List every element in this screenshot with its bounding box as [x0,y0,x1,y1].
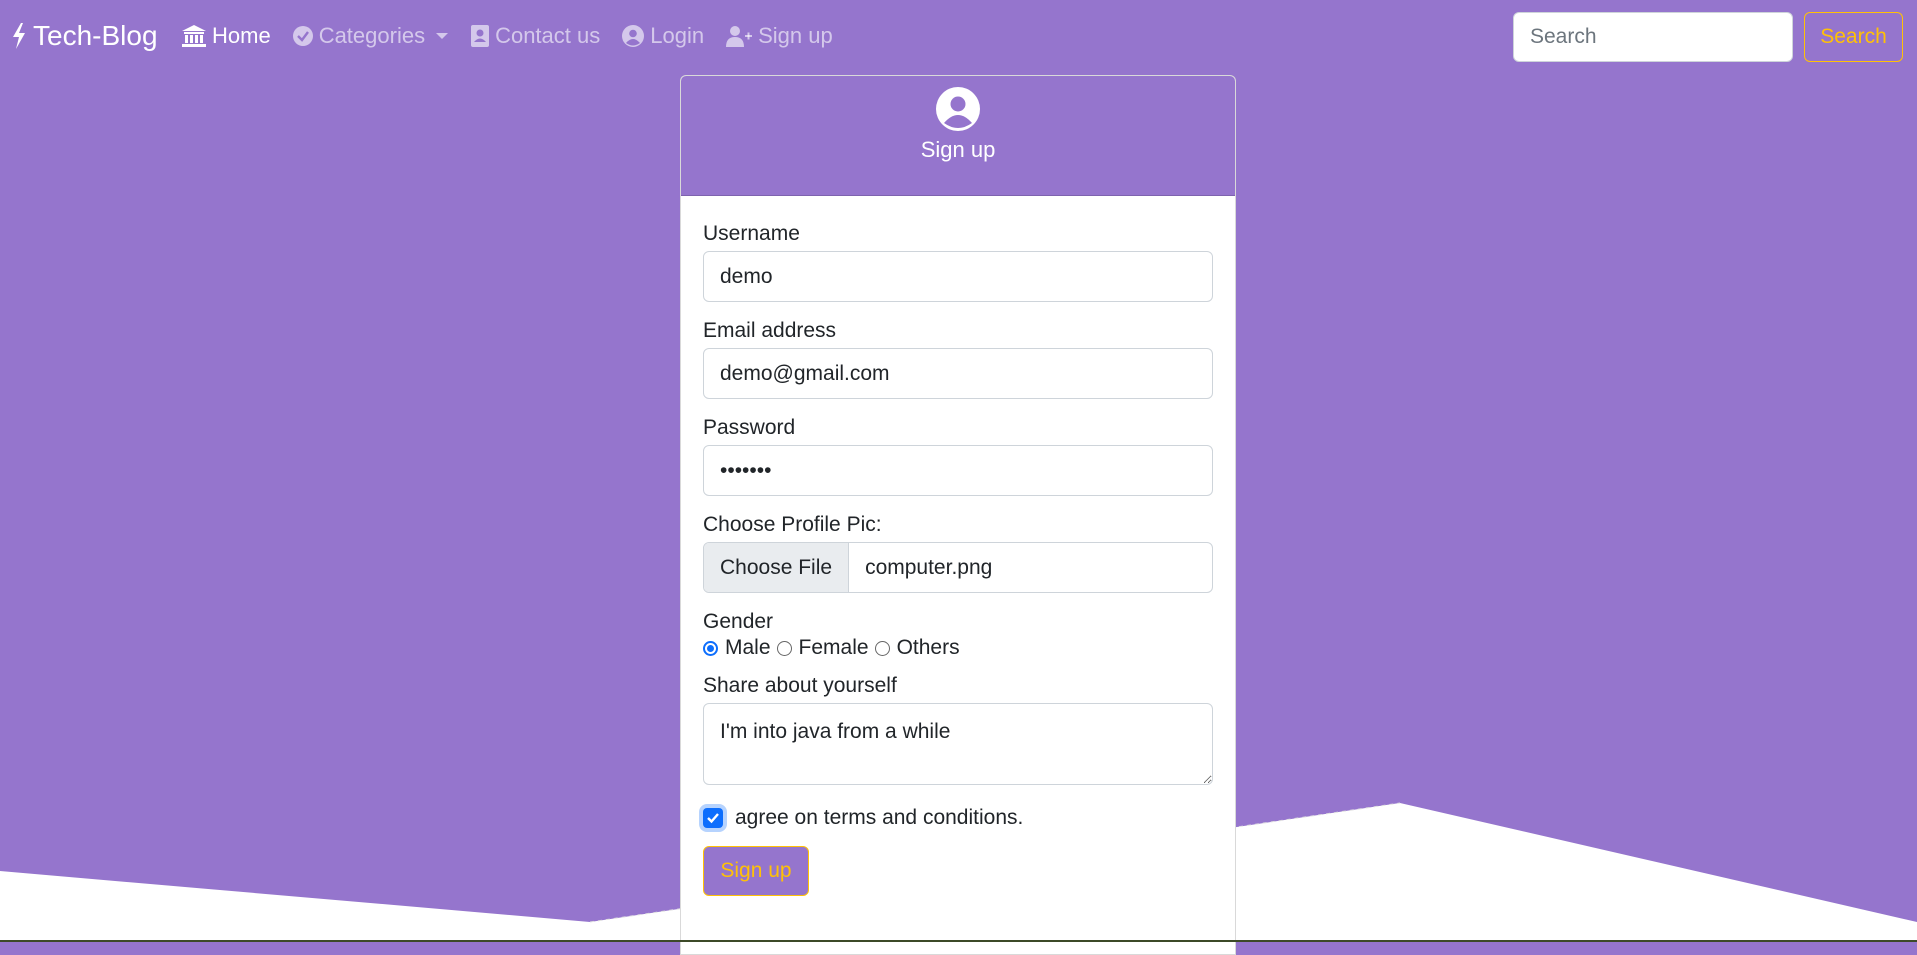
contact-card-icon [471,25,490,47]
search-input[interactable] [1513,12,1793,62]
signup-form: Username Email address Password Choose P… [681,196,1235,896]
brand-logo[interactable]: Tech-Blog [11,20,158,52]
user-plus-icon [726,26,753,47]
nav-signup[interactable]: Sign up [726,23,833,49]
check-circle-icon [292,26,313,46]
about-group: Share about yourself I'm into java from … [703,674,1213,790]
brand-name: Tech-Blog [33,20,158,51]
nav-categories-label: Categories [318,23,426,48]
terms-row: agree on terms and conditions. [703,806,1213,830]
profile-pic-label: Choose Profile Pic: [703,513,882,536]
username-input[interactable] [703,251,1213,302]
password-input[interactable] [703,445,1213,496]
gender-label: Gender [703,610,774,633]
caret-down-icon [436,33,449,39]
nav-links: Home Categories Contact us Login Sign up [182,23,855,49]
gender-others-label: Others [896,636,960,659]
signup-card: Sign up Username Email address Password … [680,75,1236,955]
nav-contact-label: Contact us [495,23,601,48]
username-group: Username [703,222,1213,302]
email-label: Email address [703,319,837,342]
gender-options: Male Female Others [703,636,1213,660]
nav-home[interactable]: Home [182,23,271,49]
email-input[interactable] [703,348,1213,399]
bank-icon [182,25,206,47]
checkmark-icon [707,813,719,824]
email-group: Email address [703,319,1213,399]
choose-file-button[interactable]: Choose File [704,543,850,592]
gender-female-label: Female [798,636,869,659]
signup-card-title: Sign up [920,137,996,162]
gender-group: Gender Male Female Others [703,610,1213,660]
search-button[interactable]: Search [1804,12,1903,62]
nav-signup-label: Sign up [758,23,833,48]
top-navbar: Tech-Blog Home Categories Contact us Log… [0,0,1917,77]
user-circle-icon [622,25,645,47]
username-label: Username [703,222,800,245]
terms-checkbox[interactable] [703,808,723,828]
bolt-icon [13,23,25,49]
about-textarea[interactable]: I'm into java from a while [703,703,1213,785]
gender-male-radio[interactable] [703,640,718,656]
chosen-file-name: computer.png [865,555,993,579]
user-circle-icon [936,87,980,131]
password-group: Password [703,416,1213,496]
nav-categories-dropdown[interactable]: Categories [292,23,449,49]
gender-female-radio[interactable] [776,640,792,656]
nav-home-label: Home [212,23,271,48]
about-label: Share about yourself [703,674,897,697]
gender-male-label: Male [725,636,771,659]
password-label: Password [703,416,796,439]
profile-pic-file-input[interactable]: Choose File computer.png [703,542,1213,593]
nav-login[interactable]: Login [622,23,704,49]
gender-others-radio[interactable] [874,640,890,656]
terms-label: agree on terms and conditions. [735,806,1024,829]
nav-contact[interactable]: Contact us [471,23,600,49]
signup-card-header: Sign up [681,76,1235,196]
nav-login-label: Login [650,23,705,48]
signup-submit-button[interactable]: Sign up [703,846,809,896]
profile-pic-group: Choose Profile Pic: Choose File computer… [703,513,1213,593]
